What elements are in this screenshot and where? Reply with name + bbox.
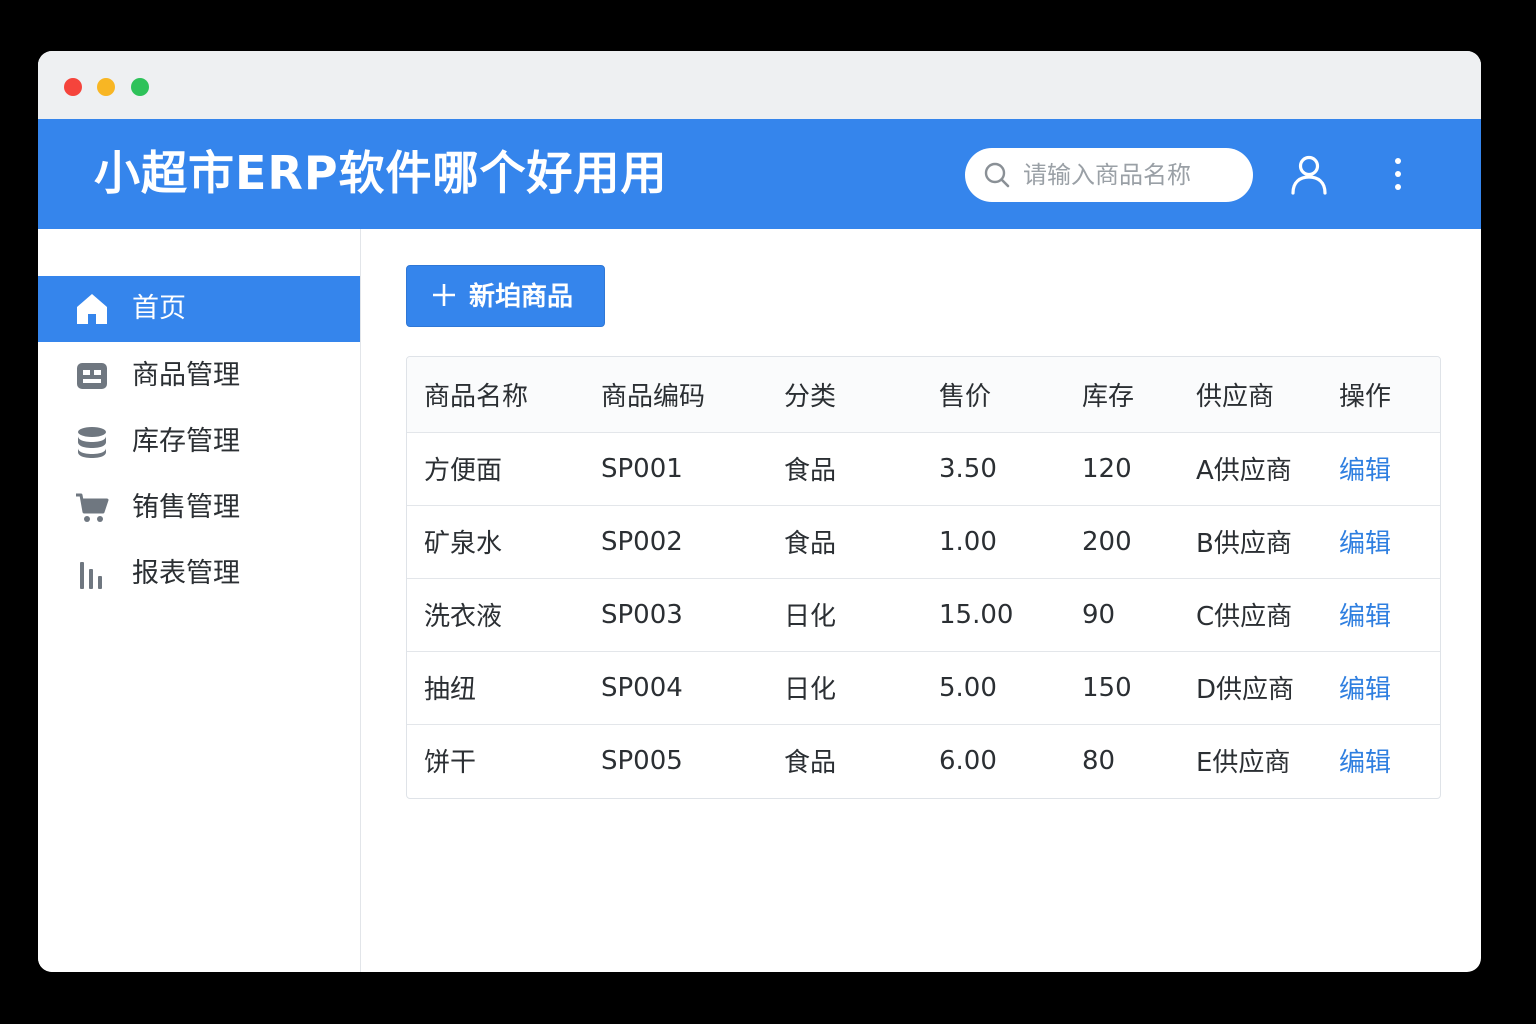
cell-name: 方便面 bbox=[424, 456, 503, 486]
column-header-stock[interactable]: 库存 bbox=[1065, 357, 1179, 432]
app-window: 小超市ERP软件哪个好用用 首页 bbox=[38, 51, 1481, 972]
table-header-row: 商品名称 商品编码 分类 售价 库存 供应商 操作 bbox=[407, 357, 1440, 432]
app-header: 小超市ERP软件哪个好用用 bbox=[38, 119, 1481, 229]
sidebar-item-label: 首页 bbox=[132, 293, 186, 324]
edit-link[interactable]: 编辑 bbox=[1322, 724, 1440, 797]
home-icon bbox=[77, 294, 107, 324]
sidebar: 首页 商品管理 库存管理 铕售管理 报表管理 bbox=[38, 229, 361, 972]
table-row: 饼干 SP005 食品 6.00 80 E供应商 编辑 bbox=[407, 724, 1440, 797]
add-product-button[interactable]: 新垍商品 bbox=[406, 265, 605, 327]
column-header-supplier[interactable]: 供应商 bbox=[1179, 357, 1322, 432]
cell-category: 食品 bbox=[784, 456, 837, 486]
column-header-price[interactable]: 售价 bbox=[922, 357, 1065, 432]
cell-price: 15.00 bbox=[939, 599, 1014, 630]
more-vertical-icon[interactable] bbox=[1383, 154, 1413, 194]
cell-name: 洗衣液 bbox=[424, 602, 503, 632]
edit-link[interactable]: 编辑 bbox=[1322, 651, 1440, 724]
cell-code: SP002 bbox=[601, 526, 683, 557]
user-icon[interactable] bbox=[1287, 152, 1331, 196]
search-icon bbox=[984, 162, 1010, 188]
column-header-code[interactable]: 商品编码 bbox=[584, 357, 767, 432]
cart-icon bbox=[76, 493, 109, 522]
cell-price: 6.00 bbox=[939, 745, 997, 776]
column-header-actions: 操作 bbox=[1339, 381, 1392, 412]
edit-link[interactable]: 编辑 bbox=[1322, 578, 1440, 651]
cell-supplier: E供应商 bbox=[1196, 748, 1291, 779]
sidebar-item-label: 铕售管理 bbox=[132, 492, 240, 523]
sidebar-item-home[interactable]: 首页 bbox=[38, 276, 360, 342]
sidebar-item-inventory[interactable]: 库存管理 bbox=[38, 409, 360, 475]
cell-stock: 90 bbox=[1082, 599, 1116, 630]
cell-stock: 200 bbox=[1082, 526, 1132, 557]
edit-link[interactable]: 编辑 bbox=[1322, 505, 1440, 578]
column-header-category[interactable]: 分类 bbox=[767, 357, 922, 432]
cell-code: SP001 bbox=[601, 453, 683, 484]
sidebar-item-label: 报表管理 bbox=[132, 558, 240, 589]
search-input[interactable] bbox=[1023, 148, 1238, 202]
cell-supplier: C供应商 bbox=[1196, 602, 1293, 632]
table-row: 矿泉水 SP002 食品 1.00 200 B供应商 编辑 bbox=[407, 505, 1440, 578]
sidebar-item-reports[interactable]: 报表管理 bbox=[38, 541, 360, 607]
close-window-button[interactable] bbox=[64, 78, 82, 96]
search-box[interactable] bbox=[965, 148, 1253, 202]
add-product-label: 新垍商品 bbox=[469, 281, 574, 311]
sidebar-item-label: 商品管理 bbox=[132, 360, 240, 391]
cell-category: 日化 bbox=[784, 675, 837, 705]
cell-category: 日化 bbox=[784, 602, 837, 632]
database-stack-icon bbox=[78, 427, 106, 458]
cell-price: 5.00 bbox=[939, 672, 997, 703]
cell-code: SP004 bbox=[601, 672, 683, 703]
cell-name: 抽纽 bbox=[424, 675, 477, 705]
cell-stock: 150 bbox=[1082, 672, 1132, 703]
cell-supplier: D供应商 bbox=[1196, 675, 1295, 705]
sidebar-item-products[interactable]: 商品管理 bbox=[38, 343, 360, 409]
cell-supplier: A供应商 bbox=[1196, 456, 1292, 486]
column-header-name[interactable]: 商品名称 bbox=[407, 357, 584, 432]
cell-price: 3.50 bbox=[939, 453, 997, 484]
cell-code: SP005 bbox=[601, 745, 683, 776]
cell-stock: 80 bbox=[1082, 745, 1116, 776]
sidebar-item-label: 库存管理 bbox=[132, 426, 240, 457]
table-row: 抽纽 SP004 日化 5.00 150 D供应商 编辑 bbox=[407, 651, 1440, 724]
window-titlebar bbox=[38, 51, 1481, 119]
minimize-window-button[interactable] bbox=[97, 78, 115, 96]
sidebar-item-sales[interactable]: 铕售管理 bbox=[38, 475, 360, 541]
bar-chart-icon bbox=[80, 562, 102, 589]
product-table: 商品名称 商品编码 分类 售价 库存 供应商 操作 方便面 SP001 食品 3… bbox=[406, 356, 1441, 799]
maximize-window-button[interactable] bbox=[131, 78, 149, 96]
edit-link[interactable]: 编辑 bbox=[1322, 432, 1440, 505]
cell-name: 矿泉水 bbox=[424, 529, 503, 559]
app-title: 小超市ERP软件哪个好用用 bbox=[94, 146, 668, 200]
cell-stock: 120 bbox=[1082, 453, 1132, 484]
cell-category: 食品 bbox=[784, 748, 837, 779]
cell-code: SP003 bbox=[601, 599, 683, 630]
table-row: 方便面 SP001 食品 3.50 120 A供应商 编辑 bbox=[407, 432, 1440, 505]
table-row: 洗衣液 SP003 日化 15.00 90 C供应商 编辑 bbox=[407, 578, 1440, 651]
plus-icon bbox=[433, 284, 455, 306]
cell-category: 食品 bbox=[784, 529, 837, 559]
cell-supplier: B供应商 bbox=[1196, 529, 1292, 559]
cell-name: 饼干 bbox=[424, 748, 477, 779]
cell-price: 1.00 bbox=[939, 526, 997, 557]
product-box-icon bbox=[77, 363, 107, 389]
